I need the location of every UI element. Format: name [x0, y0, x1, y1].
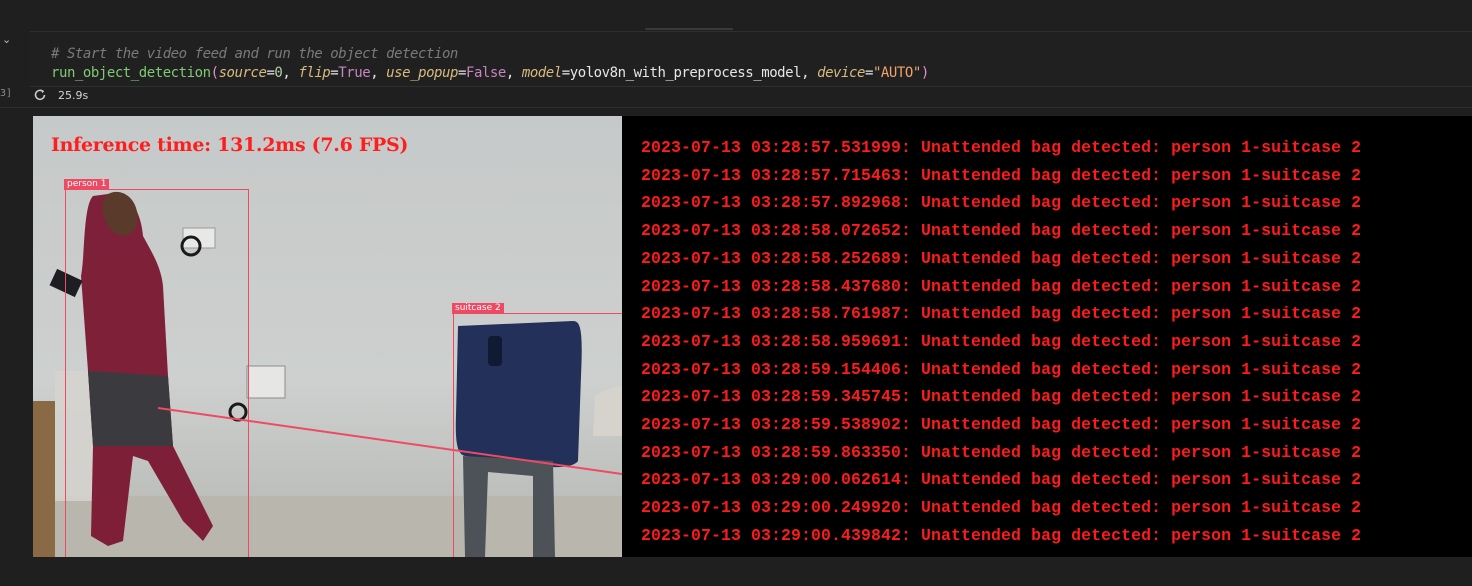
- output-image: Inference time: 131.2ms (7.6 FPS) person…: [33, 116, 1472, 557]
- furniture-left: [33, 401, 55, 557]
- inference-time-text: Inference time: 131.2ms (7.6 FPS): [51, 134, 409, 156]
- comma: ,: [505, 65, 522, 81]
- param-name: model: [521, 65, 562, 81]
- video-frame: Inference time: 131.2ms (7.6 FPS) person…: [33, 116, 622, 557]
- execution-time: 25.9s: [58, 89, 89, 102]
- comma: ,: [801, 65, 818, 81]
- code-call: run_object_detection(source=0, flip=True…: [51, 64, 929, 82]
- comment-text: # Start the video feed and run the objec…: [51, 46, 458, 62]
- cell-drag-handle[interactable]: [645, 28, 733, 30]
- param-value: yolov8n_with_preprocess_model: [569, 65, 802, 81]
- cell-status: 25.9s: [30, 86, 1472, 106]
- person-label: person 1: [64, 179, 110, 190]
- param-name: flip: [298, 65, 331, 81]
- open-paren: (: [210, 65, 219, 81]
- comma: ,: [282, 65, 299, 81]
- log-line: 2023-07-13 03:28:57.531999: Unattended b…: [641, 138, 1362, 157]
- log-line: 2023-07-13 03:28:59.863350: Unattended b…: [641, 442, 1362, 462]
- param-value: "AUTO": [872, 65, 921, 81]
- log-line: 2023-07-13 03:28:58.959691: Unattended b…: [641, 331, 1362, 351]
- log-line: 2023-07-13 03:29:00.062614: Unattended b…: [641, 470, 1362, 490]
- comma: ,: [370, 65, 387, 81]
- alert-log-panel: 2023-07-13 03:28:57.531999: Unattended b…: [622, 116, 1472, 557]
- param-name: device: [817, 65, 865, 81]
- log-line: 2023-07-13 03:28:58.072652: Unattended b…: [641, 221, 1362, 241]
- close-paren: ): [920, 65, 929, 81]
- chevron-down-icon[interactable]: ⌄: [2, 34, 14, 46]
- equals: =: [561, 65, 570, 81]
- log-line: 2023-07-13 03:28:57.715463: Unattended b…: [641, 165, 1362, 185]
- param-value: False: [465, 65, 506, 81]
- suitcase-label: suitcase 2: [452, 303, 504, 314]
- log-line: 2023-07-13 03:28:58.761987: Unattended b…: [641, 304, 1362, 324]
- log-line: 2023-07-13 03:28:58.252689: Unattended b…: [641, 248, 1362, 268]
- equals: =: [864, 65, 873, 81]
- execution-count: 3]: [0, 88, 13, 99]
- code-comment: # Start the video feed and run the objec…: [51, 45, 458, 63]
- suitcase-bounding-box: [453, 313, 622, 557]
- param-name: source: [218, 65, 267, 81]
- function-name: run_object_detection: [51, 65, 211, 81]
- log-line: 2023-07-13 03:28:57.892968: Unattended b…: [641, 193, 1362, 213]
- log-line: 2023-07-13 03:28:59.345745: Unattended b…: [641, 387, 1362, 407]
- param-name: use_popup: [386, 65, 458, 81]
- log-line: 2023-07-13 03:29:00.249920: Unattended b…: [641, 498, 1362, 518]
- refresh-icon: [34, 89, 46, 101]
- equals: =: [457, 65, 466, 81]
- param-value: True: [338, 65, 371, 81]
- log-line: 2023-07-13 03:28:59.538902: Unattended b…: [641, 415, 1362, 434]
- wall-socket-bottom: [246, 365, 286, 399]
- log-line: 2023-07-13 03:28:59.154406: Unattended b…: [641, 359, 1362, 379]
- person-bounding-box: [65, 189, 249, 557]
- log-line: 2023-07-13 03:29:00.439842: Unattended b…: [641, 525, 1362, 545]
- notebook-toolbar-area: [0, 0, 1472, 30]
- code-editor[interactable]: # Start the video feed and run the objec…: [30, 31, 1472, 87]
- log-line: 2023-07-13 03:28:58.437680: Unattended b…: [641, 276, 1362, 296]
